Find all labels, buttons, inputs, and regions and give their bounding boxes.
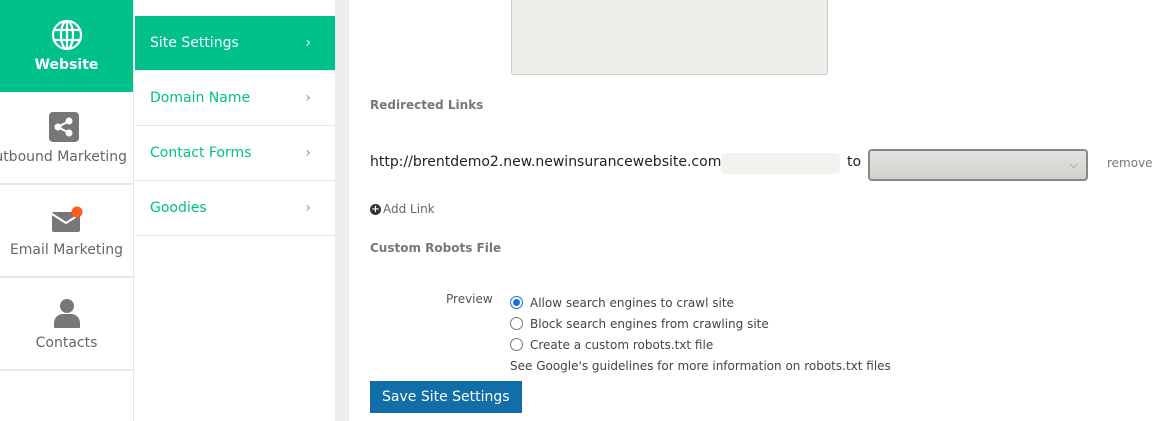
radio-button[interactable] [510, 338, 523, 351]
chevron-down-icon: ⌵ [1069, 158, 1078, 171]
redirect-target-select[interactable]: ⌵ [868, 149, 1088, 181]
envelope-icon [50, 204, 83, 236]
user-icon [53, 297, 81, 329]
add-link-label: Add Link [383, 202, 435, 216]
submenu-label: Goodies [150, 200, 207, 216]
robots-options: Allow search engines to crawl site Block… [510, 292, 891, 376]
radio-label: Create a custom robots.txt file [530, 337, 714, 352]
chevron-right-icon: › [305, 90, 311, 106]
preview-label: Preview [446, 292, 493, 306]
robots-hint: See Google's guidelines for more informa… [510, 358, 891, 373]
globe-icon [51, 19, 83, 51]
site-settings-panel: Redirected Links http://brentdemo2.new.n… [349, 0, 1156, 421]
robots-heading: Custom Robots File [370, 241, 502, 255]
radio-button[interactable] [510, 317, 523, 330]
nav-contacts[interactable]: Contacts [0, 278, 133, 371]
submenu-label: Domain Name [150, 90, 251, 106]
nav-label: Email Marketing [9, 241, 124, 258]
chevron-right-icon: › [305, 35, 311, 51]
settings-textarea[interactable] [511, 0, 828, 75]
chevron-right-icon: › [305, 145, 311, 161]
chevron-right-icon: › [305, 200, 311, 216]
plus-circle-icon: + [370, 203, 381, 215]
main-nav-rail: Website Outbound Marketing Email Marketi… [0, 0, 134, 421]
radio-label: Allow search engines to crawl site [530, 295, 734, 310]
url-prefix: http://brentdemo2.new.newinsurancewebsit… [370, 154, 727, 170]
remove-link[interactable]: remove [1107, 156, 1153, 170]
radio-button[interactable] [510, 296, 523, 309]
redirected-links-heading: Redirected Links [370, 98, 484, 112]
save-site-settings-button[interactable]: Save Site Settings [370, 381, 522, 413]
submenu-site-settings[interactable]: Site Settings › [135, 16, 335, 71]
share-icon [48, 111, 79, 143]
redirect-path-input[interactable] [721, 153, 840, 174]
submenu-label: Site Settings [150, 35, 239, 51]
radio-label: Block search engines from crawling site [530, 316, 769, 331]
nav-label: Outbound Marketing [0, 148, 127, 165]
radio-block-crawl[interactable]: Block search engines from crawling site [510, 313, 891, 334]
nav-outbound-marketing[interactable]: Outbound Marketing [0, 92, 133, 185]
website-submenu: Site Settings › Domain Name › Contact Form… [135, 0, 335, 421]
nav-email-marketing[interactable]: Email Marketing [0, 185, 133, 278]
submenu-goodies[interactable]: Goodies › [135, 181, 335, 236]
nav-website[interactable]: Website [0, 0, 133, 92]
add-link-button[interactable]: + Add Link [370, 202, 435, 216]
divider [335, 0, 349, 421]
nav-label: Website [34, 57, 99, 73]
submenu-label: Contact Forms [150, 145, 252, 161]
radio-custom-robots[interactable]: Create a custom robots.txt file [510, 334, 891, 355]
nav-label: Contacts [35, 334, 98, 351]
to-label: to [847, 154, 862, 170]
notification-badge [71, 206, 82, 217]
submenu-domain-name[interactable]: Domain Name › [135, 71, 335, 126]
submenu-contact-forms[interactable]: Contact Forms › [135, 126, 335, 181]
radio-allow-crawl[interactable]: Allow search engines to crawl site [510, 292, 891, 313]
